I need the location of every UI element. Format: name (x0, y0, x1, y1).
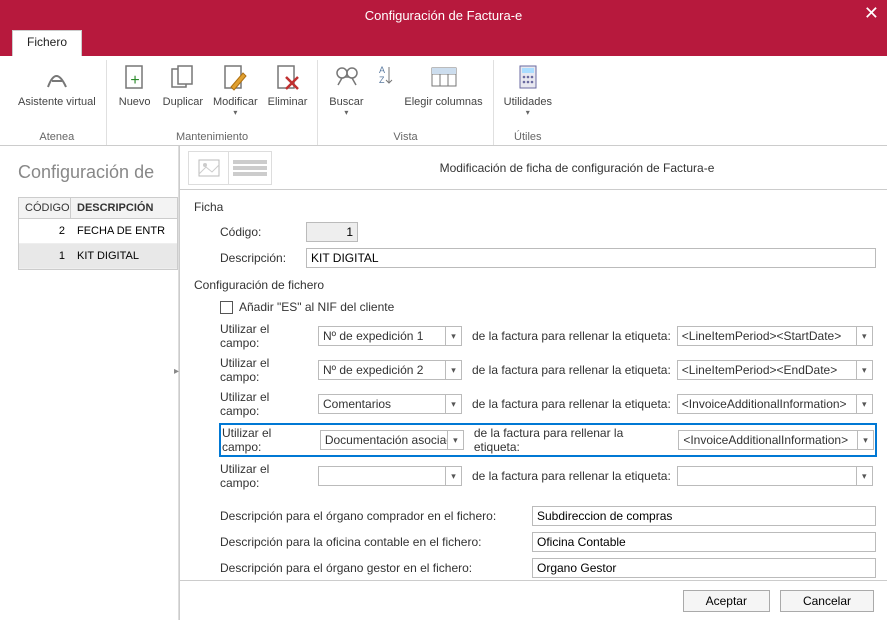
field-dropdown[interactable]: Nº de expedición 1▾ (318, 326, 462, 346)
col-codigo[interactable]: CÓDIGO (19, 198, 71, 218)
tag-dropdown[interactable]: ▾ (677, 466, 873, 486)
codigo-label: Código: (220, 225, 300, 239)
tag-dropdown[interactable]: <InvoiceAdditionalInformation>▾ (677, 394, 873, 414)
edit-icon (219, 62, 251, 94)
collapse-handle-icon[interactable]: ▸ (174, 366, 179, 377)
atenea-icon (41, 62, 73, 94)
panel-title: Configuración de (18, 162, 178, 183)
svg-text:+: + (130, 72, 139, 89)
form-image-placeholder (188, 151, 272, 185)
fill-tag-label: de la factura para rellenar la etiqueta: (472, 363, 671, 377)
field-dropdown[interactable]: Nº de expedición 2▾ (318, 360, 462, 380)
chevron-down-icon[interactable]: ▾ (857, 431, 873, 449)
buscar-button[interactable]: Buscar ▾ (324, 60, 368, 119)
group-atenea-label: Atenea (39, 131, 74, 145)
chevron-down-icon: ▾ (526, 108, 530, 117)
eliminar-button[interactable]: Eliminar (264, 60, 312, 119)
ribbon: Asistente virtual Atenea + Nuevo Duplica… (0, 56, 887, 146)
sort-button[interactable]: AZ (370, 60, 398, 119)
field-dropdown[interactable]: Documentación asociac▾ (320, 430, 464, 450)
chevron-down-icon[interactable]: ▾ (856, 467, 872, 485)
duplicate-icon (167, 62, 199, 94)
descripcion-field[interactable] (306, 248, 876, 268)
fill-tag-label: de la factura para rellenar la etiqueta: (474, 426, 672, 454)
close-icon[interactable]: ✕ (864, 3, 879, 24)
section-ficha: Ficha (194, 200, 876, 214)
descripcion-label: Descripción: (220, 251, 300, 265)
left-panel: Configuración de CÓDIGO DESCRIPCIÓN 2 FE… (0, 146, 179, 620)
desc-field[interactable] (532, 532, 876, 552)
utilidades-button[interactable]: Utilidades ▾ (500, 60, 556, 119)
chevron-down-icon[interactable]: ▾ (856, 395, 872, 413)
sort-icon: AZ (374, 62, 394, 94)
chevron-down-icon[interactable]: ▾ (445, 361, 461, 379)
fill-tag-label: de la factura para rellenar la etiqueta: (472, 329, 671, 343)
atenea-button[interactable]: Asistente virtual (14, 60, 100, 110)
nuevo-button[interactable]: + Nuevo (113, 60, 157, 119)
calculator-icon (512, 62, 544, 94)
use-field-label: Utilizar el campo: (222, 426, 314, 454)
chevron-down-icon[interactable]: ▾ (447, 431, 463, 449)
desc-label: Descripción para la oficina contable en … (220, 535, 526, 549)
codigo-field[interactable] (306, 222, 358, 242)
cancel-button[interactable]: Cancelar (780, 590, 874, 612)
mapping-row: Utilizar el campo: Documentación asociac▾… (220, 424, 876, 456)
desc-row: Descripción para el órgano comprador en … (220, 506, 876, 526)
desc-label: Descripción para el órgano comprador en … (220, 509, 526, 523)
chevron-down-icon[interactable]: ▾ (445, 327, 461, 345)
table-row[interactable]: 2 FECHA DE ENTR (19, 219, 177, 244)
mapping-row: Utilizar el campo: Nº de expedición 2▾ de … (220, 356, 876, 384)
tag-dropdown[interactable]: <LineItemPeriod><StartDate>▾ (677, 326, 873, 346)
modificar-button[interactable]: Modificar ▾ (209, 60, 262, 119)
delete-icon (272, 62, 304, 94)
mapping-row: Utilizar el campo: Comentarios▾ de la fact… (220, 390, 876, 418)
duplicar-button[interactable]: Duplicar (159, 60, 207, 119)
atenea-label: Asistente virtual (18, 96, 96, 108)
accept-button[interactable]: Aceptar (683, 590, 770, 612)
form-title: Modificación de ficha de configuración d… (272, 161, 882, 175)
section-conf: Configuración de fichero (194, 278, 876, 292)
chevron-down-icon[interactable]: ▾ (445, 395, 461, 413)
new-icon: + (119, 62, 151, 94)
grid-table: CÓDIGO DESCRIPCIÓN 2 FECHA DE ENTR 1 KIT… (18, 197, 178, 270)
tag-dropdown[interactable]: <LineItemPeriod><EndDate>▾ (677, 360, 873, 380)
use-field-label: Utilizar el campo: (220, 390, 312, 418)
mapping-row: Utilizar el campo: ▾ de la factura para re… (220, 462, 876, 490)
chevron-down-icon[interactable]: ▾ (445, 467, 461, 485)
svg-text:Z: Z (379, 75, 385, 85)
desc-label: Descripción para el órgano gestor en el … (220, 561, 526, 575)
nif-checkbox-label: Añadir "ES" al NIF del cliente (239, 300, 394, 314)
col-descripcion[interactable]: DESCRIPCIÓN (71, 198, 177, 218)
field-dropdown[interactable]: ▾ (318, 466, 462, 486)
use-field-label: Utilizar el campo: (220, 322, 312, 350)
tag-dropdown[interactable]: <InvoiceAdditionalInformation>▾ (678, 430, 874, 450)
svg-text:A: A (379, 65, 385, 75)
chevron-down-icon[interactable]: ▾ (856, 327, 872, 345)
columns-icon (428, 62, 460, 94)
chevron-down-icon: ▾ (233, 108, 237, 117)
chevron-down-icon[interactable]: ▾ (856, 361, 872, 379)
desc-row: Descripción para la oficina contable en … (220, 532, 876, 552)
mapping-row: Utilizar el campo: Nº de expedición 1▾ de … (220, 322, 876, 350)
use-field-label: Utilizar el campo: (220, 462, 312, 490)
fill-tag-label: de la factura para rellenar la etiqueta: (472, 469, 671, 483)
title-bar: Configuración de Factura-e ✕ (0, 0, 887, 30)
window-title: Configuración de Factura-e (365, 8, 523, 23)
chevron-down-icon: ▾ (344, 108, 348, 117)
desc-field[interactable] (532, 506, 876, 526)
fill-tag-label: de la factura para rellenar la etiqueta: (472, 397, 671, 411)
tab-strip: Fichero (0, 30, 887, 56)
desc-field[interactable] (532, 558, 876, 578)
search-icon (330, 62, 362, 94)
field-dropdown[interactable]: Comentarios▾ (318, 394, 462, 414)
desc-row: Descripción para el órgano gestor en el … (220, 558, 876, 578)
tab-fichero[interactable]: Fichero (12, 30, 82, 56)
use-field-label: Utilizar el campo: (220, 356, 312, 384)
nif-checkbox[interactable] (220, 301, 233, 314)
table-row[interactable]: 1 KIT DIGITAL (19, 244, 177, 269)
form-panel: ▸ Modificación de ficha de configuración… (179, 146, 887, 620)
footer-bar: Aceptar Cancelar (180, 580, 887, 620)
elegir-columnas-button[interactable]: Elegir columnas (400, 60, 486, 119)
